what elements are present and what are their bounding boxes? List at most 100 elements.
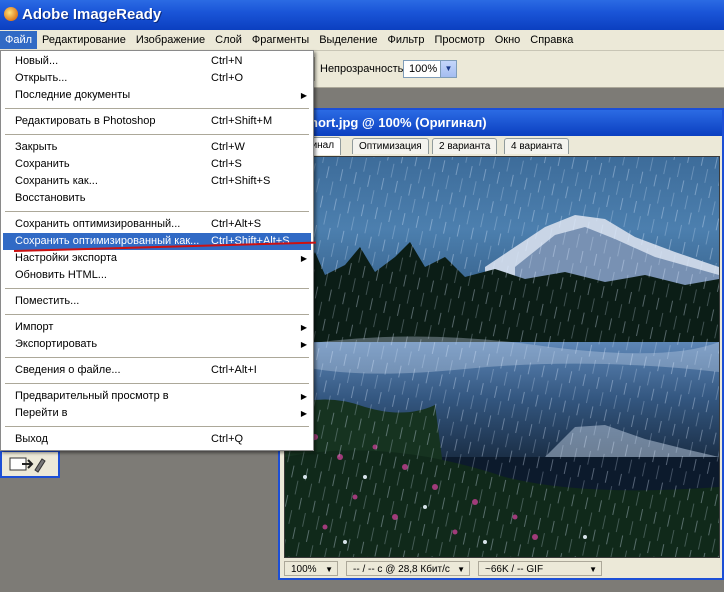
options-separator (314, 57, 315, 81)
menu-item-shortcut: Ctrl+Shift+M (211, 115, 273, 127)
menu-item-label: Новый... (15, 55, 59, 67)
menu-item-jump-to[interactable]: Перейти в ▶ (3, 405, 311, 422)
menu-item-label: Поместить... (15, 295, 80, 307)
toolbox-panel (0, 450, 60, 478)
menu-item-label: Предварительный просмотр в (15, 390, 169, 402)
menu-separator (5, 357, 309, 358)
menu-item-update-html[interactable]: Обновить HTML... (3, 267, 311, 284)
image-canvas[interactable] (284, 156, 720, 558)
tab-optimized[interactable]: Оптимизация (352, 138, 429, 154)
menu-item-edit-in-photoshop[interactable]: Редактировать в Photoshop Ctrl+Shift+M (3, 113, 311, 130)
opacity-value: 100% (409, 63, 438, 75)
menu-item-shortcut: Ctrl+O (211, 72, 244, 84)
menu-filter[interactable]: Фильтр (383, 31, 430, 49)
menu-item-revert[interactable]: Восстановить (3, 190, 311, 207)
menu-item-shortcut: Ctrl+W (211, 141, 245, 153)
menu-file[interactable]: Файл (0, 31, 38, 49)
menu-item-label: Сохранить оптимизированный... (15, 218, 181, 230)
menu-item-place[interactable]: Поместить... (3, 293, 311, 310)
menu-select[interactable]: Выделение (314, 31, 382, 49)
menu-bar: Файл Редактирование Изображение Слой Фра… (0, 30, 724, 51)
menu-item-shortcut: Ctrl+Alt+S (211, 218, 262, 230)
triangle-right-icon: ▶ (300, 91, 307, 100)
menu-item-exit[interactable]: Выход Ctrl+Q (3, 431, 311, 448)
menu-separator (5, 134, 309, 135)
menu-item-label: Сохранить как... (15, 175, 98, 187)
menu-window[interactable]: Окно (490, 31, 526, 49)
menu-edit[interactable]: Редактирование (37, 31, 131, 49)
file-size-select[interactable]: ~66K / -- GIF ▼ (478, 561, 602, 576)
menu-help[interactable]: Справка (525, 31, 578, 49)
menu-item-label: Настройки экспорта (15, 252, 118, 264)
file-size-value: ~66K / -- GIF (485, 564, 544, 575)
menu-item-label: Выход (15, 433, 48, 445)
menu-item-shortcut: Ctrl+Shift+Alt+S (211, 235, 290, 247)
menu-item-close[interactable]: Закрыть Ctrl+W (3, 139, 311, 156)
menu-item-label: Перейти в (15, 407, 68, 419)
chevron-down-icon: ▼ (589, 565, 597, 574)
menu-item-preview-in[interactable]: Предварительный просмотр в ▶ (3, 388, 311, 405)
menu-item-new[interactable]: Новый... Ctrl+N (3, 53, 311, 70)
imageready-logo-icon (4, 7, 18, 21)
menu-item-save[interactable]: Сохранить Ctrl+S (3, 156, 311, 173)
menu-separator (5, 211, 309, 212)
menu-item-shortcut: Ctrl+Q (211, 433, 244, 445)
menu-separator (5, 314, 309, 315)
menu-item-label: Открыть... (15, 72, 68, 84)
menu-item-shortcut: Ctrl+N (211, 55, 243, 67)
menu-item-recent-documents[interactable]: Последние документы ▶ (3, 87, 311, 104)
chevron-down-icon: ▼ (457, 565, 465, 574)
menu-item-save-as[interactable]: Сохранить как... Ctrl+Shift+S (3, 173, 311, 190)
app-title: Adobe ImageReady (22, 6, 162, 23)
document-window: nort.jpg @ 100% (Оригинал) Оригинал Опти… (278, 108, 724, 580)
download-time-value: -- / -- с @ 28,8 Кбит/с (353, 564, 450, 575)
zoom-select[interactable]: 100% ▼ (284, 561, 338, 576)
menu-item-label: Обновить HTML... (15, 269, 107, 281)
tab-2-up[interactable]: 2 варианта (432, 138, 498, 154)
menu-item-label: Импорт (15, 321, 54, 333)
menu-separator (5, 288, 309, 289)
menu-item-export[interactable]: Экспортировать ▶ (3, 336, 311, 353)
download-time-select[interactable]: -- / -- с @ 28,8 Кбит/с ▼ (346, 561, 470, 576)
menu-item-open[interactable]: Открыть... Ctrl+O (3, 70, 311, 87)
opacity-select[interactable]: 100% ▼ (403, 60, 457, 78)
menu-item-export-settings[interactable]: Настройки экспорта ▶ (3, 250, 311, 267)
landscape-image (285, 157, 719, 557)
menu-separator (5, 426, 309, 427)
triangle-right-icon: ▶ (300, 323, 307, 332)
menu-item-shortcut: Ctrl+Shift+S (211, 175, 271, 187)
jump-to-photoshop-icon[interactable] (8, 455, 46, 473)
tab-4-up[interactable]: 4 варианта (504, 138, 570, 154)
menu-item-file-info[interactable]: Сведения о файле... Ctrl+Alt+I (3, 362, 311, 379)
menu-item-label: Восстановить (15, 192, 86, 204)
menu-item-shortcut: Ctrl+S (211, 158, 242, 170)
document-title: nort.jpg @ 100% (Оригинал) (310, 115, 487, 130)
triangle-right-icon: ▶ (300, 254, 307, 263)
opacity-label: Непрозрачность: (320, 63, 407, 75)
menu-slices[interactable]: Фрагменты (247, 31, 314, 49)
menu-separator (5, 108, 309, 109)
triangle-right-icon: ▶ (300, 409, 307, 418)
document-tabs: Оригинал Оптимизация 2 варианта 4 вариан… (280, 137, 722, 155)
chevron-down-icon: ▼ (325, 565, 333, 574)
menu-item-label: Последние документы (15, 89, 131, 101)
menu-view[interactable]: Просмотр (429, 31, 489, 49)
menu-item-label: Закрыть (15, 141, 58, 153)
menu-image[interactable]: Изображение (131, 31, 210, 49)
zoom-value: 100% (291, 564, 317, 575)
menu-item-save-optimized[interactable]: Сохранить оптимизированный... Ctrl+Alt+S (3, 216, 311, 233)
menu-item-label: Сведения о файле... (15, 364, 121, 376)
chevron-down-icon[interactable]: ▼ (440, 61, 456, 77)
menu-layer[interactable]: Слой (210, 31, 247, 49)
triangle-right-icon: ▶ (300, 340, 307, 349)
menu-item-label: Редактировать в Photoshop (15, 115, 156, 127)
menu-item-shortcut: Ctrl+Alt+I (211, 364, 257, 376)
document-title-bar[interactable]: nort.jpg @ 100% (Оригинал) (280, 110, 722, 136)
app-title-bar: Adobe ImageReady (0, 0, 724, 30)
menu-item-import[interactable]: Импорт ▶ (3, 319, 311, 336)
menu-item-label: Сохранить (15, 158, 70, 170)
document-status-bar: 100% ▼ -- / -- с @ 28,8 Кбит/с ▼ ~66K / … (280, 560, 722, 578)
menu-separator (5, 383, 309, 384)
triangle-right-icon: ▶ (300, 392, 307, 401)
menu-item-label: Экспортировать (15, 338, 98, 350)
